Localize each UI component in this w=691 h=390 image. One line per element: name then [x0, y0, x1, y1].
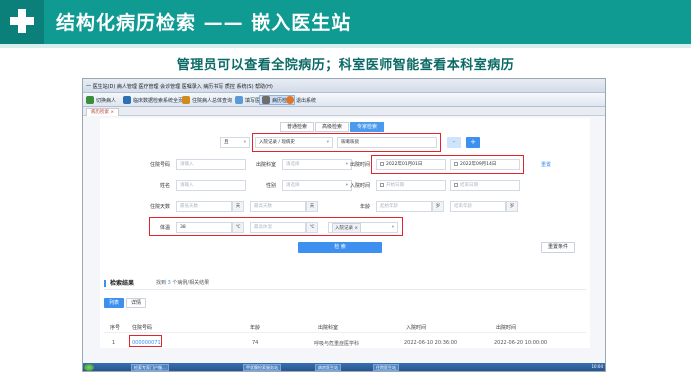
- label-gender: 性别: [265, 183, 276, 189]
- placeholder: 开始日期: [386, 183, 404, 188]
- age-unit: 岁: [432, 201, 444, 212]
- count-prefix: 找到: [156, 280, 167, 286]
- app-menubar[interactable]: 一 医生站(D) 病人管理 医疗管理 会诊管理 医嘱录入 病历书写 质控 系统(…: [83, 79, 605, 93]
- highlight-inpatient-no: [129, 335, 162, 347]
- toolbar-label: 住院病人总体查询: [192, 97, 233, 104]
- admission-end-date[interactable]: 结束日期: [450, 180, 520, 191]
- toolbar-clinical-search[interactable]: 临床数据检索系统全页: [123, 95, 183, 105]
- monitor-icon: [262, 96, 270, 104]
- chevron-down-icon: ▾: [243, 140, 246, 145]
- placeholder: 结束日期: [460, 183, 478, 188]
- taskbar-item[interactable]: 病房医生站: [315, 364, 341, 371]
- cell-age: 74: [252, 340, 259, 346]
- exit-icon: [286, 96, 294, 104]
- tab-expert-search[interactable]: 专家检索: [350, 122, 385, 132]
- order-icon: [235, 96, 243, 104]
- table-header-line: [104, 332, 586, 333]
- cell-index: 1: [112, 340, 116, 346]
- taskbar-clock: 10:04: [591, 364, 603, 369]
- title-banner: 结构化病历检索 —— 嵌入医生站: [0, 0, 691, 44]
- tab-list-view[interactable]: 列表: [104, 298, 124, 308]
- count-value: 3: [167, 280, 171, 286]
- toolbar-inpatient-query[interactable]: 住院病人总体查询: [182, 95, 232, 105]
- column-header: 出院科室: [318, 325, 339, 331]
- highlight-discharge-time: [371, 155, 524, 174]
- highlight-temperature-row: [149, 217, 403, 236]
- column-header: 住院号码: [132, 325, 153, 331]
- slide-subtitle: 管理员可以查看全院病历；科室医师智能查看本科室病历: [176, 58, 515, 73]
- age-unit: 岁: [506, 201, 518, 212]
- doctor-station-window: 一 医生站(D) 病人管理 医疗管理 会诊管理 医嘱录入 病历书写 质控 系统(…: [82, 78, 606, 372]
- banner-underline: [0, 44, 691, 48]
- min-days-input[interactable]: 最低天数: [176, 201, 232, 212]
- reset-conditions-button[interactable]: 重置条件: [541, 242, 575, 253]
- taskbar-item[interactable]: 住院医生站: [373, 364, 399, 371]
- search-button[interactable]: 检 索: [298, 242, 382, 253]
- record-search-panel: 普通检索 高级检索 专家检索 且 ▾ 入院记录 / 现病史 ▾ 咳嗽咳痰 - +…: [100, 118, 590, 348]
- start-button-icon[interactable]: [84, 364, 94, 371]
- reset-link[interactable]: 重置: [541, 161, 551, 168]
- results-heading-text: 检索结果: [110, 280, 135, 287]
- placeholder: 请选择: [286, 162, 300, 167]
- results-heading: 检索结果: [104, 278, 134, 287]
- patient-icon: [86, 96, 94, 104]
- tab-normal-search[interactable]: 普通检索: [280, 122, 315, 132]
- label-discharge-dept: 出院科室: [255, 162, 276, 168]
- admission-start-date[interactable]: 开始日期: [376, 180, 446, 191]
- query-icon: [182, 96, 190, 104]
- window-tabstrip: 病历检索 ×: [83, 107, 605, 116]
- tab-advanced-search[interactable]: 高级检索: [315, 122, 350, 132]
- heading-accent: [104, 280, 106, 287]
- inpatient-no-input[interactable]: 请输入: [176, 159, 246, 170]
- column-header: 入院时间: [406, 325, 427, 331]
- toolbar-label: 切换病人: [96, 97, 117, 104]
- cell-dept: 呼吸与危重症医学科: [314, 341, 360, 347]
- min-age-input[interactable]: 起始年龄: [376, 201, 432, 212]
- tab-detail-view[interactable]: 详情: [126, 298, 146, 308]
- days-unit: 天: [306, 201, 318, 212]
- label-admission-time: 入院时间: [349, 183, 370, 189]
- label-age: 年龄: [359, 204, 370, 210]
- cell-admission-time: 2022-06-10 20:36:00: [404, 340, 458, 346]
- calendar-icon: [380, 182, 384, 187]
- remove-condition-button[interactable]: -: [447, 137, 461, 148]
- app-toolbar: 切换病人 临床数据检索系统全页 住院病人总体查询 填写医嘱 病历检索 退出系统: [83, 93, 605, 107]
- slide-title: 结构化病历检索 —— 嵌入医生站: [56, 12, 352, 34]
- column-header: 出院时间: [496, 325, 517, 331]
- taskbar-item[interactable]: 甲状腺检索服务站: [243, 364, 281, 371]
- label-name: 姓名: [159, 183, 170, 189]
- add-condition-button[interactable]: +: [466, 137, 480, 148]
- toolbar-label: 退出系统: [296, 97, 317, 104]
- taskbar-item[interactable]: 检索专家门户服...: [131, 364, 169, 371]
- cell-discharge-time: 2022-06-20 10:00:00: [494, 340, 548, 346]
- results-count: 找到 3 个病例/相关结果: [156, 279, 209, 286]
- label-days: 住院天数: [149, 204, 170, 210]
- max-days-input[interactable]: 最高天数: [250, 201, 306, 212]
- label-inpatient-no: 住院号码: [149, 162, 170, 168]
- logic-select-value: 且: [224, 140, 229, 145]
- column-header: 序号: [110, 325, 121, 331]
- calendar-icon: [454, 182, 458, 187]
- placeholder: 请选择: [286, 183, 300, 188]
- toolbar-switch-patient[interactable]: 切换病人: [86, 95, 116, 105]
- max-age-input[interactable]: 结束年龄: [450, 201, 506, 212]
- slide: 结构化病历检索 —— 嵌入医生站 管理员可以查看全院病历；科室医师智能查看本科室…: [0, 0, 691, 390]
- windows-taskbar: 检索专家门户服... 甲状腺检索服务站 病房医生站 住院医生站 10:04: [83, 363, 605, 371]
- name-input[interactable]: 请输入: [176, 180, 246, 191]
- results-divider: [104, 289, 586, 290]
- tab-record-search[interactable]: 病历检索 ×: [86, 108, 120, 116]
- highlight-keyword-row: [252, 133, 441, 152]
- label-discharge-time: 出院时间: [349, 162, 370, 168]
- column-header: 年龄: [250, 325, 261, 331]
- toolbar-label: 临床数据检索系统全页: [133, 97, 184, 104]
- days-unit: 天: [232, 201, 244, 212]
- toolbar-exit[interactable]: 退出系统: [286, 95, 316, 105]
- medical-cross-icon-vertical: [18, 9, 26, 33]
- count-suffix: 个病例/相关结果: [172, 280, 210, 286]
- database-icon: [123, 96, 131, 104]
- logic-select[interactable]: 且 ▾: [220, 137, 250, 148]
